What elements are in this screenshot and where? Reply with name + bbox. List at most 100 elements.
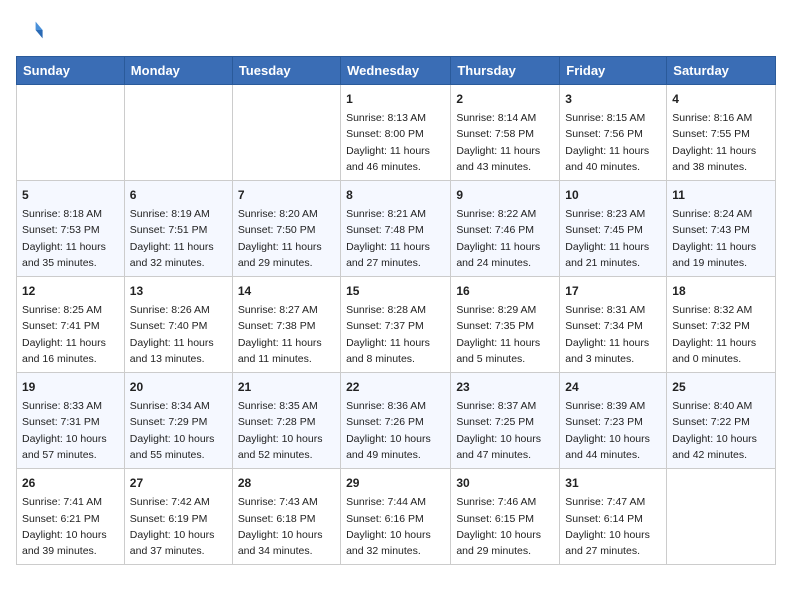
day-info: Sunrise: 8:33 AM Sunset: 7:31 PM Dayligh… bbox=[22, 398, 119, 463]
day-info: Sunrise: 8:18 AM Sunset: 7:53 PM Dayligh… bbox=[22, 206, 119, 271]
day-number: 26 bbox=[22, 474, 119, 492]
day-cell: 12 Sunrise: 8:25 AM Sunset: 7:41 PM Dayli… bbox=[17, 277, 125, 373]
day-info: Sunrise: 8:22 AM Sunset: 7:46 PM Dayligh… bbox=[456, 206, 554, 271]
day-cell: 15Sunrise: 8:28 AM Sunset: 7:37 PM Dayli… bbox=[341, 277, 451, 373]
day-number: 17 bbox=[565, 282, 661, 300]
day-info: Sunrise: 8:24 AM Sunset: 7:43 PM Dayligh… bbox=[672, 206, 770, 271]
day-cell: 13 Sunrise: 8:26 AM Sunset: 7:40 PM Dayli… bbox=[124, 277, 232, 373]
day-cell: 8 Sunrise: 8:21 AM Sunset: 7:48 PM Daylig… bbox=[341, 181, 451, 277]
day-cell bbox=[124, 85, 232, 181]
day-cell: 31 Sunrise: 7:47 AM Sunset: 6:14 PM Dayli… bbox=[560, 469, 667, 565]
day-cell: 16Sunrise: 8:29 AM Sunset: 7:35 PM Dayli… bbox=[451, 277, 560, 373]
day-info: Sunrise: 8:19 AM Sunset: 7:51 PM Dayligh… bbox=[130, 206, 227, 271]
day-cell: 10 Sunrise: 8:23 AM Sunset: 7:45 PM Dayli… bbox=[560, 181, 667, 277]
day-info: Sunrise: 8:26 AM Sunset: 7:40 PM Dayligh… bbox=[130, 302, 227, 367]
day-number: 31 bbox=[565, 474, 661, 492]
weekday-header-tuesday: Tuesday bbox=[232, 57, 340, 85]
day-info: Sunrise: 7:44 AM Sunset: 6:16 PM Dayligh… bbox=[346, 494, 445, 559]
day-info: Sunrise: 8:14 AM Sunset: 7:58 PM Dayligh… bbox=[456, 110, 554, 175]
day-info: Sunrise: 7:41 AM Sunset: 6:21 PM Dayligh… bbox=[22, 494, 119, 559]
day-info: Sunrise: 8:27 AM Sunset: 7:38 PM Dayligh… bbox=[238, 302, 335, 367]
day-number: 10 bbox=[565, 186, 661, 204]
weekday-header-wednesday: Wednesday bbox=[341, 57, 451, 85]
day-cell: 30 Sunrise: 7:46 AM Sunset: 6:15 PM Dayli… bbox=[451, 469, 560, 565]
day-info: Sunrise: 8:23 AM Sunset: 7:45 PM Dayligh… bbox=[565, 206, 661, 271]
day-number: 20 bbox=[130, 378, 227, 396]
day-number: 4 bbox=[672, 90, 770, 108]
day-number: 5 bbox=[22, 186, 119, 204]
day-info: Sunrise: 8:34 AM Sunset: 7:29 PM Dayligh… bbox=[130, 398, 227, 463]
day-info: Sunrise: 8:21 AM Sunset: 7:48 PM Dayligh… bbox=[346, 206, 445, 271]
day-info: Sunrise: 8:25 AM Sunset: 7:41 PM Dayligh… bbox=[22, 302, 119, 367]
day-cell: 9 Sunrise: 8:22 AM Sunset: 7:46 PM Daylig… bbox=[451, 181, 560, 277]
weekday-header-row: SundayMondayTuesdayWednesdayThursdayFrid… bbox=[17, 57, 776, 85]
day-info: Sunrise: 8:35 AM Sunset: 7:28 PM Dayligh… bbox=[238, 398, 335, 463]
day-cell: 28 Sunrise: 7:43 AM Sunset: 6:18 PM Dayli… bbox=[232, 469, 340, 565]
day-cell: 14 Sunrise: 8:27 AM Sunset: 7:38 PM Dayli… bbox=[232, 277, 340, 373]
week-row-2: 5 Sunrise: 8:18 AM Sunset: 7:53 PM Daylig… bbox=[17, 181, 776, 277]
day-info: Sunrise: 8:13 AM Sunset: 8:00 PM Dayligh… bbox=[346, 110, 445, 175]
day-number: 12 bbox=[22, 282, 119, 300]
day-cell: 3 Sunrise: 8:15 AM Sunset: 7:56 PM Daylig… bbox=[560, 85, 667, 181]
day-info: Sunrise: 8:40 AM Sunset: 7:22 PM Dayligh… bbox=[672, 398, 770, 463]
day-cell: 25 Sunrise: 8:40 AM Sunset: 7:22 PM Dayli… bbox=[667, 373, 776, 469]
day-cell bbox=[667, 469, 776, 565]
day-number: 15 bbox=[346, 282, 445, 300]
day-cell: 2 Sunrise: 8:14 AM Sunset: 7:58 PM Daylig… bbox=[451, 85, 560, 181]
day-number: 2 bbox=[456, 90, 554, 108]
day-number: 6 bbox=[130, 186, 227, 204]
day-number: 11 bbox=[672, 186, 770, 204]
day-number: 9 bbox=[456, 186, 554, 204]
day-info: Sunrise: 8:29 AM Sunset: 7:35 PM Dayligh… bbox=[456, 302, 554, 367]
day-cell: 27Sunrise: 7:42 AM Sunset: 6:19 PM Dayli… bbox=[124, 469, 232, 565]
day-cell: 5 Sunrise: 8:18 AM Sunset: 7:53 PM Daylig… bbox=[17, 181, 125, 277]
logo bbox=[16, 16, 48, 44]
day-cell: 4 Sunrise: 8:16 AM Sunset: 7:55 PM Daylig… bbox=[667, 85, 776, 181]
day-cell: 23 Sunrise: 8:37 AM Sunset: 7:25 PM Dayli… bbox=[451, 373, 560, 469]
day-cell: 22 Sunrise: 8:36 AM Sunset: 7:26 PM Dayli… bbox=[341, 373, 451, 469]
day-cell: 11 Sunrise: 8:24 AM Sunset: 7:43 PM Dayli… bbox=[667, 181, 776, 277]
day-cell: 24 Sunrise: 8:39 AM Sunset: 7:23 PM Dayli… bbox=[560, 373, 667, 469]
day-number: 28 bbox=[238, 474, 335, 492]
weekday-header-saturday: Saturday bbox=[667, 57, 776, 85]
day-cell: 6 Sunrise: 8:19 AM Sunset: 7:51 PM Daylig… bbox=[124, 181, 232, 277]
weekday-header-friday: Friday bbox=[560, 57, 667, 85]
day-number: 25 bbox=[672, 378, 770, 396]
week-row-5: 26 Sunrise: 7:41 AM Sunset: 6:21 PM Dayli… bbox=[17, 469, 776, 565]
day-info: Sunrise: 8:31 AM Sunset: 7:34 PM Dayligh… bbox=[565, 302, 661, 367]
day-cell bbox=[232, 85, 340, 181]
day-number: 13 bbox=[130, 282, 227, 300]
day-number: 24 bbox=[565, 378, 661, 396]
day-cell: 19Sunrise: 8:33 AM Sunset: 7:31 PM Dayli… bbox=[17, 373, 125, 469]
day-info: Sunrise: 8:37 AM Sunset: 7:25 PM Dayligh… bbox=[456, 398, 554, 463]
day-info: Sunrise: 8:39 AM Sunset: 7:23 PM Dayligh… bbox=[565, 398, 661, 463]
week-row-3: 12 Sunrise: 8:25 AM Sunset: 7:41 PM Dayli… bbox=[17, 277, 776, 373]
day-info: Sunrise: 7:46 AM Sunset: 6:15 PM Dayligh… bbox=[456, 494, 554, 559]
day-info: Sunrise: 8:15 AM Sunset: 7:56 PM Dayligh… bbox=[565, 110, 661, 175]
day-number: 7 bbox=[238, 186, 335, 204]
week-row-1: 1 Sunrise: 8:13 AM Sunset: 8:00 PM Daylig… bbox=[17, 85, 776, 181]
page-header bbox=[16, 16, 776, 44]
day-number: 8 bbox=[346, 186, 445, 204]
day-info: Sunrise: 8:32 AM Sunset: 7:32 PM Dayligh… bbox=[672, 302, 770, 367]
day-number: 29 bbox=[346, 474, 445, 492]
day-info: Sunrise: 8:36 AM Sunset: 7:26 PM Dayligh… bbox=[346, 398, 445, 463]
day-number: 27 bbox=[130, 474, 227, 492]
day-number: 30 bbox=[456, 474, 554, 492]
day-info: Sunrise: 7:47 AM Sunset: 6:14 PM Dayligh… bbox=[565, 494, 661, 559]
day-cell: 7Sunrise: 8:20 AM Sunset: 7:50 PM Daylig… bbox=[232, 181, 340, 277]
day-number: 18 bbox=[672, 282, 770, 300]
day-cell: 21 Sunrise: 8:35 AM Sunset: 7:28 PM Dayli… bbox=[232, 373, 340, 469]
day-number: 22 bbox=[346, 378, 445, 396]
day-cell: 1 Sunrise: 8:13 AM Sunset: 8:00 PM Daylig… bbox=[341, 85, 451, 181]
day-info: Sunrise: 8:16 AM Sunset: 7:55 PM Dayligh… bbox=[672, 110, 770, 175]
day-number: 14 bbox=[238, 282, 335, 300]
day-info: Sunrise: 7:43 AM Sunset: 6:18 PM Dayligh… bbox=[238, 494, 335, 559]
weekday-header-thursday: Thursday bbox=[451, 57, 560, 85]
day-cell: 26 Sunrise: 7:41 AM Sunset: 6:21 PM Dayli… bbox=[17, 469, 125, 565]
day-number: 1 bbox=[346, 90, 445, 108]
day-number: 3 bbox=[565, 90, 661, 108]
day-number: 21 bbox=[238, 378, 335, 396]
day-cell: 17 Sunrise: 8:31 AM Sunset: 7:34 PM Dayli… bbox=[560, 277, 667, 373]
day-number: 23 bbox=[456, 378, 554, 396]
